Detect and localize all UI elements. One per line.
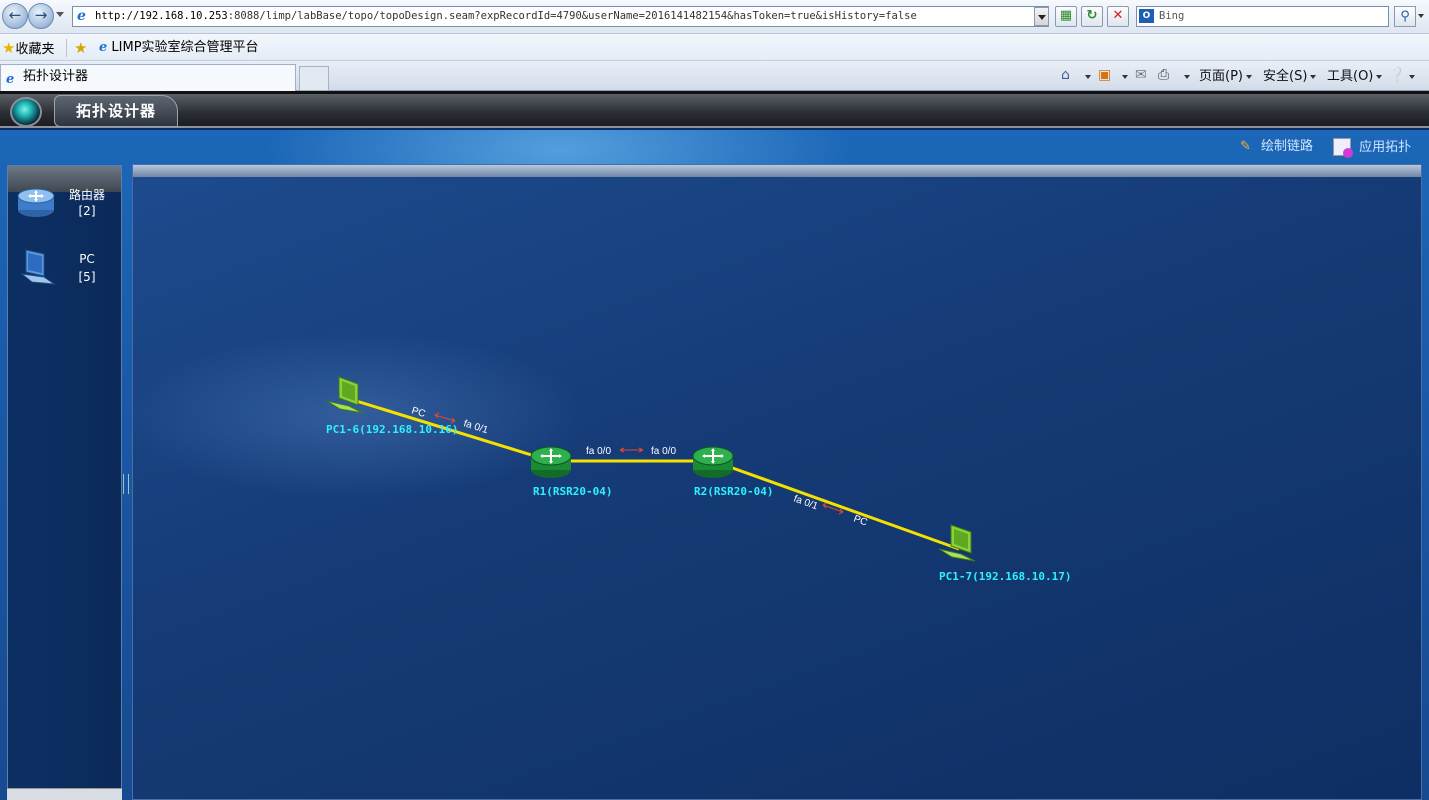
bing-logo-icon: O	[1139, 9, 1154, 23]
topology-svg: PC fa 0/1 fa 0/0 fa 0/0 fa 0/1 PC PC1-6(…	[326, 376, 1071, 583]
palette-item-router[interactable]: 路由器 [2]	[14, 182, 114, 230]
node-r1[interactable]	[530, 446, 572, 478]
palette-item-pc[interactable]: PC [5]	[14, 246, 114, 294]
add-favorite-icon: ★	[74, 39, 88, 57]
help-dropdown-icon[interactable]	[1409, 75, 1415, 79]
refresh-button[interactable]: ↻	[1081, 6, 1103, 27]
port-label-r2-link2: fa 0/0	[651, 446, 676, 457]
add-favorite-button[interactable]: ★	[74, 38, 87, 58]
favorites-bar: ★收藏夹 ★ e LIMP实验室综合管理平台	[0, 34, 1429, 61]
page-menu[interactable]: 页面(P)	[1199, 67, 1252, 87]
ie-page-icon: e	[6, 72, 15, 87]
url-input[interactable]: http://192.168.10.253:8088/limp/labBase/…	[72, 6, 1049, 27]
history-dropdown-icon[interactable]	[56, 12, 64, 17]
tab-topology-designer[interactable]: e 拓扑设计器	[0, 64, 296, 91]
palette-pc-label: PC	[79, 252, 95, 266]
device-palette: 路由器 [2] PC [5]	[7, 165, 122, 800]
palette-pc-count: [5]	[78, 270, 96, 284]
favorites-divider	[66, 39, 67, 57]
favorites-button[interactable]: ★收藏夹	[2, 38, 54, 58]
search-button[interactable]: ⚲	[1394, 6, 1416, 27]
palette-horizontal-scrollbar[interactable]	[7, 788, 122, 800]
router-icon	[17, 188, 55, 217]
topology-designer-app: 拓扑设计器 ✎ 绘制链路 应用拓扑 路由器 [2] PC [5] PC fa 0…	[0, 94, 1429, 800]
draw-link-button[interactable]: ✎ 绘制链路	[1240, 138, 1313, 156]
panel-splitter-handle[interactable]	[123, 474, 129, 494]
star-icon: ★	[2, 39, 16, 57]
favorite-link-limp[interactable]: e LIMP实验室综合管理平台	[99, 38, 259, 58]
link-r2-pc2[interactable]	[712, 459, 960, 551]
safety-menu[interactable]: 安全(S)	[1263, 67, 1317, 87]
url-host: http://192.168.10.253	[95, 10, 228, 22]
node-label-pc2: PC1-7(192.168.10.17)	[939, 570, 1071, 583]
app-title: 拓扑设计器	[54, 95, 178, 127]
app-logo-icon	[10, 97, 42, 127]
tab-and-command-bar: e 拓扑设计器 ⌂ ▣ ✉ ⎙ 页面(P) 安全(S) 工具(O) ❔	[0, 61, 1429, 91]
topology-canvas[interactable]: PC fa 0/1 fa 0/0 fa 0/0 fa 0/1 PC PC1-6(…	[132, 164, 1422, 800]
port-label-r1-link2: fa 0/0	[586, 446, 611, 457]
node-pc1[interactable]	[326, 376, 364, 414]
node-label-r1: R1(RSR20-04)	[533, 485, 612, 498]
tools-menu[interactable]: 工具(O)	[1327, 67, 1383, 87]
link-direction-arrows	[434, 412, 844, 515]
back-button[interactable]: ←	[2, 3, 28, 29]
print-icon[interactable]: ⎙	[1158, 67, 1169, 83]
feed-dropdown-icon[interactable]	[1122, 75, 1128, 79]
pc-icon	[20, 249, 56, 285]
url-dropdown-button[interactable]	[1034, 7, 1049, 26]
app-header: 拓扑设计器	[0, 94, 1429, 128]
node-label-r2: R2(RSR20-04)	[694, 485, 773, 498]
stop-button[interactable]: ✕	[1107, 6, 1129, 27]
help-icon[interactable]: ❔	[1388, 67, 1405, 83]
home-dropdown-icon[interactable]	[1085, 75, 1091, 79]
node-r2[interactable]	[692, 446, 734, 478]
ie-page-icon: e	[99, 40, 108, 55]
apply-topology-icon	[1333, 138, 1353, 158]
palette-router-count: [2]	[78, 204, 96, 218]
node-label-pc1: PC1-6(192.168.10.16)	[326, 423, 458, 436]
search-input[interactable]: Bing	[1136, 6, 1389, 27]
ie-page-icon: e	[77, 8, 86, 24]
address-bar-row: ← → http://192.168.10.253:8088/limp/labB…	[0, 0, 1429, 34]
palette-router-label: 路由器	[68, 188, 105, 202]
search-options-dropdown-icon[interactable]	[1418, 14, 1424, 18]
forward-button[interactable]: →	[28, 3, 54, 29]
pencil-icon: ✎	[1240, 139, 1251, 154]
apply-topology-button[interactable]: 应用拓扑	[1333, 138, 1411, 158]
new-tab-button[interactable]	[299, 66, 329, 91]
home-icon[interactable]: ⌂	[1061, 67, 1070, 83]
mail-icon[interactable]: ✉	[1135, 67, 1147, 83]
print-dropdown-icon[interactable]	[1184, 75, 1190, 79]
rss-feed-icon[interactable]: ▣	[1098, 67, 1111, 83]
compat-view-button[interactable]: ▦	[1055, 6, 1077, 27]
url-path: :8088/limp/labBase/topo/topoDesign.seam?…	[227, 10, 917, 22]
